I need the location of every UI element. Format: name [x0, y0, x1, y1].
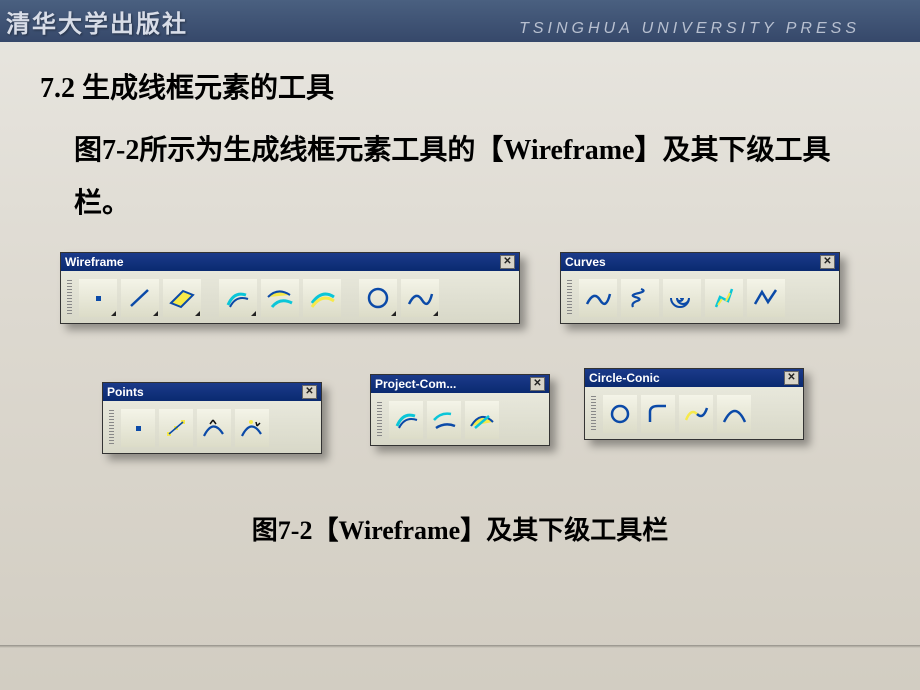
toolbar-points: Points ✕ — [102, 382, 322, 454]
close-icon[interactable]: ✕ — [784, 371, 799, 385]
section-number: 7.2 — [40, 73, 75, 104]
flyout-indicator-icon — [251, 311, 256, 316]
conic-icon[interactable] — [717, 395, 751, 433]
toolbar-wireframe-title: Wireframe — [65, 255, 124, 269]
grip-handle[interactable] — [377, 402, 382, 438]
toolbar-curves-title: Curves — [565, 255, 606, 269]
line-icon[interactable] — [121, 279, 159, 317]
toolbar-points-titlebar[interactable]: Points ✕ — [103, 383, 321, 401]
spline-icon[interactable] — [401, 279, 439, 317]
spline-icon[interactable] — [579, 279, 617, 317]
project-icon[interactable] — [219, 279, 257, 317]
toolbar-curves-titlebar[interactable]: Curves ✕ — [561, 253, 839, 271]
section-title-text: 生成线框元素的工具 — [82, 73, 334, 104]
flyout-indicator-icon — [391, 311, 396, 316]
toolbar-curves-body — [561, 271, 839, 323]
toolbar-points-title: Points — [107, 385, 144, 399]
extremum-polar-icon[interactable] — [235, 409, 269, 447]
corner-icon[interactable] — [641, 395, 675, 433]
spiral-icon[interactable] — [663, 279, 701, 317]
toolbar-wireframe-body — [61, 271, 519, 323]
toolbar-circle-title: Circle-Conic — [589, 371, 660, 385]
close-icon[interactable]: ✕ — [530, 377, 545, 391]
reflect-line-icon[interactable] — [465, 401, 499, 439]
toolbar-project-titlebar[interactable]: Project-Com... ✕ — [371, 375, 549, 393]
points-repetition-icon[interactable] — [159, 409, 193, 447]
grip-handle[interactable] — [567, 280, 572, 316]
toolbar-curves: Curves ✕ — [560, 252, 840, 324]
circle-icon[interactable] — [359, 279, 397, 317]
toolbar-wireframe-titlebar[interactable]: Wireframe ✕ — [61, 253, 519, 271]
circle-icon[interactable] — [603, 395, 637, 433]
grip-handle[interactable] — [591, 396, 596, 432]
close-icon[interactable]: ✕ — [500, 255, 515, 269]
figure-caption: 图7-2【Wireframe】及其下级工具栏 — [40, 510, 880, 547]
toolbar-points-body — [103, 401, 321, 453]
plane-icon[interactable] — [163, 279, 201, 317]
slide-content: 7.2 生成线框元素的工具 图7-2所示为生成线框元素工具的【Wireframe… — [0, 42, 920, 547]
publisher-name-cn: 清华大学出版社 — [6, 4, 188, 39]
grip-handle[interactable] — [67, 280, 72, 316]
flyout-indicator-icon — [153, 311, 158, 316]
figure-area: Wireframe ✕ — [60, 252, 880, 502]
body-paragraph: 图7-2所示为生成线框元素工具的【Wireframe】及其下级工具栏。 — [74, 124, 870, 230]
combine-icon[interactable] — [427, 401, 461, 439]
section-heading: 7.2 生成线框元素的工具 — [40, 66, 880, 106]
slide-header: 清华大学出版社 TSINGHUA UNIVERSITY PRESS — [0, 0, 920, 42]
toolbar-project-title: Project-Com... — [375, 377, 456, 391]
flyout-indicator-icon — [111, 311, 116, 316]
toolbar-circle-conic: Circle-Conic ✕ — [584, 368, 804, 440]
polyline-icon[interactable] — [747, 279, 785, 317]
parallel-curve-icon[interactable] — [303, 279, 341, 317]
close-icon[interactable]: ✕ — [302, 385, 317, 399]
project-icon[interactable] — [389, 401, 423, 439]
close-icon[interactable]: ✕ — [820, 255, 835, 269]
point-icon[interactable] — [121, 409, 155, 447]
flyout-indicator-icon — [195, 311, 200, 316]
toolbar-wireframe: Wireframe ✕ — [60, 252, 520, 324]
grip-handle[interactable] — [109, 410, 114, 446]
extremum-icon[interactable] — [197, 409, 231, 447]
toolbar-project-combine: Project-Com... ✕ — [370, 374, 550, 446]
toolbar-circle-body — [585, 387, 803, 439]
flyout-indicator-icon — [433, 311, 438, 316]
toolbar-circle-titlebar[interactable]: Circle-Conic ✕ — [585, 369, 803, 387]
footer-divider — [0, 645, 920, 648]
connect-curve-icon[interactable] — [679, 395, 713, 433]
spine-icon[interactable] — [705, 279, 743, 317]
helix-icon[interactable] — [621, 279, 659, 317]
intersect-icon[interactable] — [261, 279, 299, 317]
publisher-name-en: TSINGHUA UNIVERSITY PRESS — [519, 20, 860, 38]
toolbar-project-body — [371, 393, 549, 445]
point-icon[interactable] — [79, 279, 117, 317]
